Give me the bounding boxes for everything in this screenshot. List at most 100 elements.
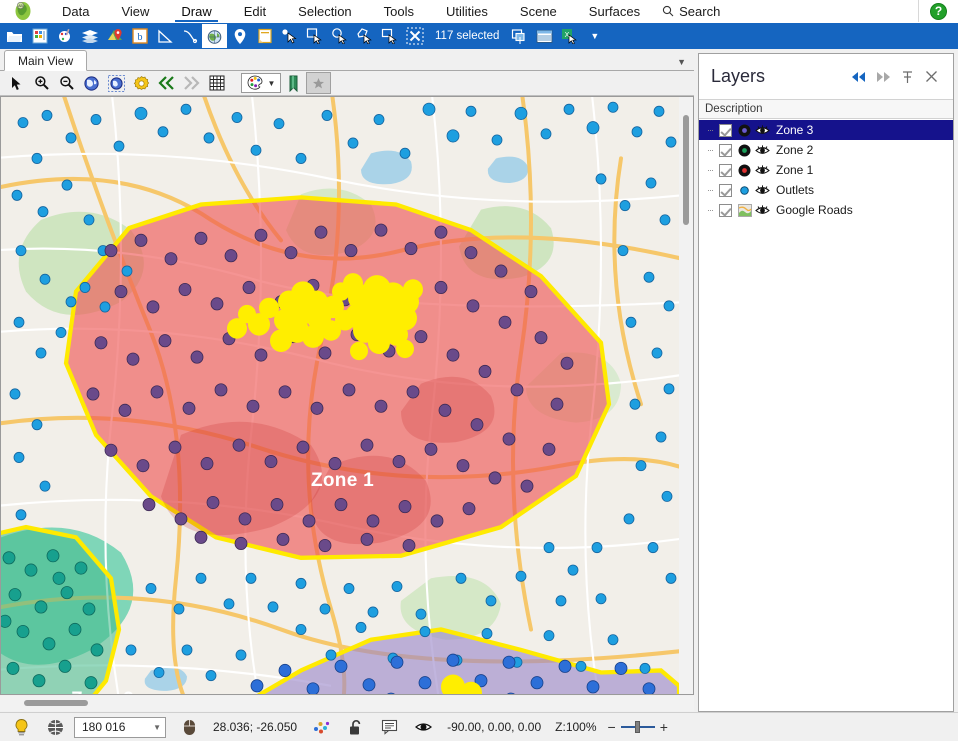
- zoom-slider-group[interactable]: − +: [604, 719, 668, 735]
- triangle-measure-icon[interactable]: [152, 24, 177, 48]
- ribbon-overflow-chevron-down-icon[interactable]: ▼: [582, 31, 607, 41]
- zoom-slider-track[interactable]: [620, 721, 655, 733]
- tab-main-view[interactable]: Main View: [4, 50, 88, 71]
- map-horizontal-scrollbar[interactable]: [0, 696, 694, 711]
- search-icon: [662, 5, 674, 17]
- spreadsheet-icon[interactable]: [27, 24, 52, 48]
- google-maps-pin-icon[interactable]: [102, 24, 127, 48]
- layer-eye-visible-icon[interactable]: [753, 164, 772, 176]
- polygon-select-icon[interactable]: [352, 24, 377, 48]
- layer-visibility-checkbox[interactable]: [719, 143, 732, 157]
- layer-row-google-roads[interactable]: ··· Google Roads: [699, 200, 953, 220]
- table-view-icon[interactable]: [532, 24, 557, 48]
- clear-selection-icon[interactable]: [402, 24, 427, 48]
- help-button[interactable]: ?: [918, 0, 958, 22]
- menu-item-view[interactable]: View: [105, 0, 165, 22]
- menu-item-edit[interactable]: Edit: [228, 0, 282, 22]
- close-button[interactable]: [919, 65, 943, 89]
- comment-button[interactable]: [372, 714, 406, 740]
- color-palette-icon: [247, 75, 262, 90]
- layer-row-zone-1[interactable]: ··· Zone 1: [699, 160, 953, 180]
- rect-deselect-icon[interactable]: [377, 24, 402, 48]
- layer-row-outlets[interactable]: ··· Outlets: [699, 180, 953, 200]
- menu-item-utilities[interactable]: Utilities: [430, 0, 504, 22]
- scale-chevron-down-icon[interactable]: ▼: [153, 723, 161, 732]
- previous-extent-icon[interactable]: [154, 72, 179, 94]
- svg-text:b: b: [137, 32, 142, 43]
- menu-label: Edit: [243, 3, 267, 19]
- layers-stack-icon[interactable]: [77, 24, 102, 48]
- scatter-points-button[interactable]: [304, 714, 338, 740]
- layer-name: Outlets: [776, 183, 815, 197]
- menu-label: Data: [62, 3, 90, 19]
- pin-button[interactable]: [895, 65, 919, 89]
- zoom-out-button[interactable]: −: [608, 719, 616, 735]
- menu-item-tools[interactable]: Tools: [368, 0, 430, 22]
- selection-status-label: 117 selected: [435, 30, 500, 42]
- zoom-level-label: Z:100%: [555, 720, 597, 734]
- layer-visibility-checkbox[interactable]: [719, 183, 732, 197]
- map-marker-icon[interactable]: [227, 24, 252, 48]
- gear-settings-icon[interactable]: [129, 72, 154, 94]
- menu-item-scene[interactable]: Scene: [504, 0, 573, 22]
- layer-visibility-checkbox[interactable]: [719, 203, 732, 217]
- globe-zoom-layer-icon[interactable]: [104, 72, 129, 94]
- menu-bar: AB Data View Draw Edit Selection Tools U…: [0, 0, 958, 23]
- app-logo-icon[interactable]: AB: [0, 0, 46, 22]
- help-glyph: ?: [934, 4, 943, 18]
- palette-globe-icon[interactable]: [52, 24, 77, 48]
- rect-select-icon[interactable]: [302, 24, 327, 48]
- layer-eye-visible-icon[interactable]: [753, 204, 772, 216]
- layer-eye-visible-icon[interactable]: [753, 124, 772, 136]
- layer-row-zone-3[interactable]: ··· Zone 3: [699, 120, 953, 140]
- zoom-out-icon[interactable]: [54, 72, 79, 94]
- menu-item-draw[interactable]: Draw: [165, 0, 227, 22]
- zoom-in-button[interactable]: +: [660, 719, 668, 735]
- grid-icon[interactable]: [204, 72, 229, 94]
- map-scale-combo[interactable]: 180 016 ▼: [74, 716, 166, 738]
- boundary-b-icon[interactable]: b: [127, 24, 152, 48]
- collapse-left-icon: [852, 71, 865, 82]
- lightbulb-button[interactable]: [4, 714, 38, 740]
- map-canvas[interactable]: Zone 1 Zone 2 Zone 3 (c) Google 4km: [0, 96, 679, 695]
- expand-right-button[interactable]: [871, 65, 895, 89]
- layer-eye-visible-icon[interactable]: [753, 144, 772, 156]
- star-icon[interactable]: [306, 72, 331, 94]
- map-horizontal-scroll-row: [0, 695, 694, 712]
- map-horizontal-scroll-thumb[interactable]: [24, 700, 88, 706]
- arrow-pointer-icon[interactable]: [4, 72, 29, 94]
- zoom-slider-knob[interactable]: [634, 721, 640, 733]
- mouse-coordinate-button[interactable]: [172, 714, 206, 740]
- open-folder-icon[interactable]: [2, 24, 27, 48]
- tree-branch-icon: ···: [707, 125, 714, 135]
- menu-label: Selection: [298, 3, 352, 19]
- globe-button[interactable]: [38, 714, 72, 740]
- palette-chevron-down-icon[interactable]: ▼: [268, 79, 276, 88]
- layer-row-zone-2[interactable]: ··· Zone 2: [699, 140, 953, 160]
- layer-visibility-checkbox[interactable]: [719, 123, 732, 137]
- map-vertical-scroll-thumb[interactable]: [683, 115, 689, 225]
- collapse-left-button[interactable]: [847, 65, 871, 89]
- search-box[interactable]: Search: [656, 0, 730, 22]
- next-extent-icon[interactable]: [179, 72, 204, 94]
- layer-visibility-checkbox[interactable]: [719, 163, 732, 177]
- export-excel-icon[interactable]: X: [557, 24, 582, 48]
- lock-button[interactable]: [338, 714, 372, 740]
- color-palette-button[interactable]: ▼: [241, 73, 281, 93]
- circle-select-icon[interactable]: [327, 24, 352, 48]
- green-bookmark-icon[interactable]: [281, 72, 306, 94]
- menu-item-data[interactable]: Data: [46, 0, 105, 22]
- point-select-icon[interactable]: [277, 24, 302, 48]
- globe-zoom-extent-icon[interactable]: [79, 72, 104, 94]
- tab-list-chevron-down-icon[interactable]: ▼: [677, 57, 686, 67]
- view-orientation-button[interactable]: [406, 714, 440, 740]
- menu-item-selection[interactable]: Selection: [282, 0, 367, 22]
- globe-earth-icon[interactable]: [202, 24, 227, 48]
- curve-tool-icon[interactable]: [177, 24, 202, 48]
- layer-eye-visible-icon[interactable]: [753, 184, 772, 196]
- note-page-icon[interactable]: [252, 24, 277, 48]
- menu-item-surfaces[interactable]: Surfaces: [573, 0, 656, 22]
- zoom-in-icon[interactable]: [29, 72, 54, 94]
- map-vertical-scrollbar[interactable]: [679, 96, 694, 695]
- copy-selection-icon[interactable]: [507, 24, 532, 48]
